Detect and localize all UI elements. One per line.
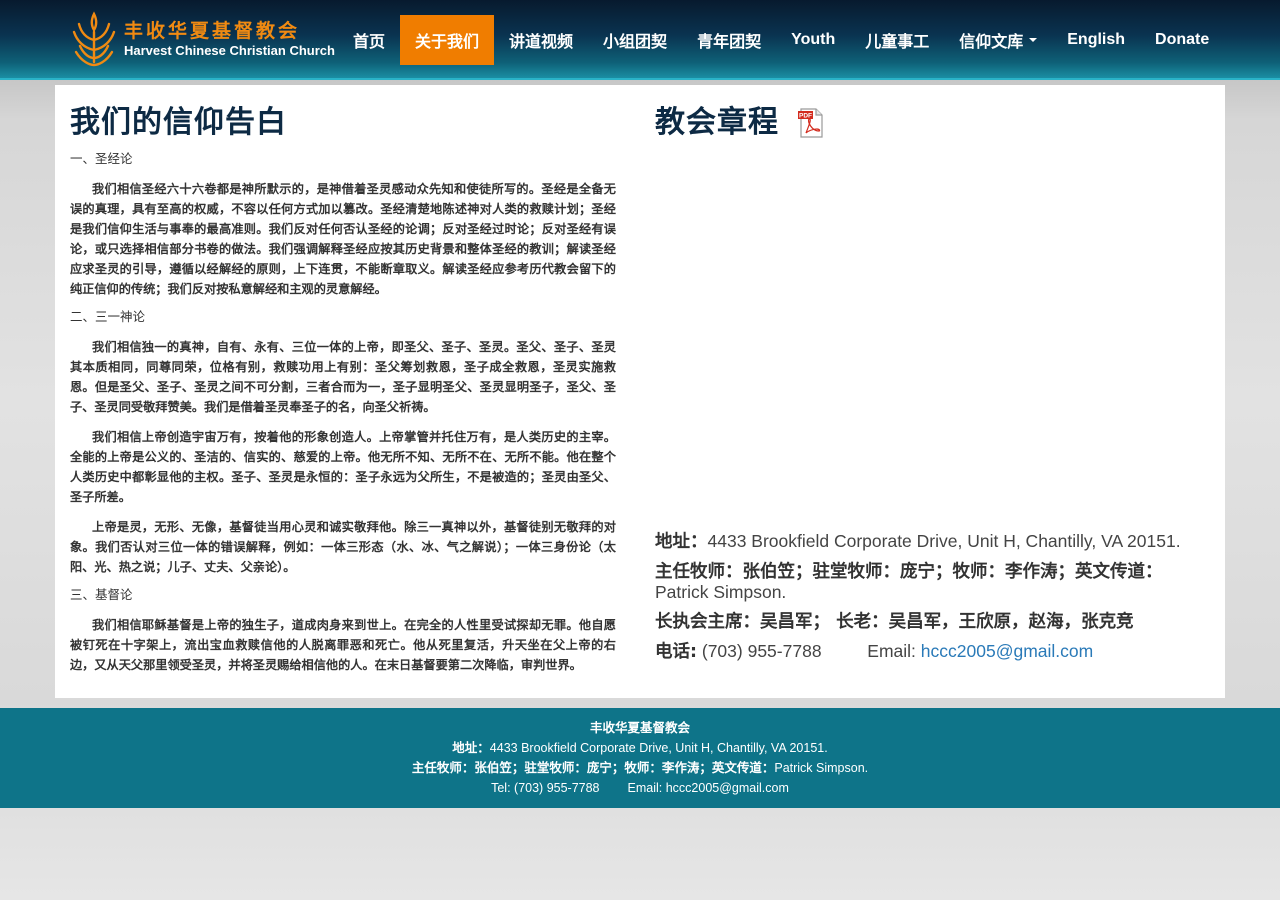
pdf-file-icon[interactable]: PDF bbox=[795, 107, 827, 139]
content-panel: 我们的信仰告白 一、圣经论 我们相信圣经六十六卷都是神所默示的，是神借着圣灵感动… bbox=[55, 85, 1225, 698]
board-line: 长执会主席：吴昌军； 长老：吴昌军，王欣原，赵海，张克竞 bbox=[655, 612, 1134, 632]
section-heading-trinity: 二、三一神论 bbox=[70, 309, 146, 324]
email-label: Email: bbox=[867, 641, 916, 661]
footer-contact: Tel: (703) 955-7788 Email: hccc2005@gmail… bbox=[0, 778, 1280, 798]
site-logo[interactable]: 丰收华夏基督教会 Harvest Chinese Christian Churc… bbox=[70, 10, 335, 68]
nav-item-sermon-videos[interactable]: 讲道视频 bbox=[494, 15, 588, 65]
nav-item-about-us[interactable]: 关于我们 bbox=[400, 15, 495, 65]
address-text: 4433 Brookfield Corporate Drive, Unit H,… bbox=[707, 531, 1181, 551]
paragraph-trinity-3: 上帝是灵，无形、无像，基督徒当用心灵和诚实敬拜他。除三一真神以外，基督徒别无敬拜… bbox=[70, 520, 616, 574]
logo-english-name: Harvest Chinese Christian Church bbox=[124, 43, 335, 58]
footer-pastors: 主任牧师：张伯笠；驻堂牧师：庞宁；牧师：李作涛；英文传道：Patrick Sim… bbox=[411, 761, 869, 775]
charter-title: 教会章程 bbox=[655, 105, 779, 140]
nav-item-youth[interactable]: Youth bbox=[776, 15, 850, 65]
footer-address: 地址：4433 Brookfield Corporate Drive, Unit… bbox=[452, 741, 828, 755]
nav-item-faith-library-label: 信仰文库 bbox=[959, 34, 1024, 51]
email-link[interactable]: hccc2005@gmail.com bbox=[921, 641, 1093, 661]
nav-item-faith-library[interactable]: 信仰文库 bbox=[944, 15, 1052, 65]
phone-email-line: 电话: (703) 955-7788 Email: hccc2005@gmail… bbox=[655, 641, 1094, 662]
section-heading-scripture: 一、圣经论 bbox=[70, 151, 133, 166]
phone-number: (703) 955-7788 bbox=[701, 641, 822, 661]
nav-item-youth-fellowship[interactable]: 青年团契 bbox=[682, 15, 776, 65]
contact-info: 地址：4433 Brookfield Corporate Drive, Unit… bbox=[655, 531, 1215, 671]
logo-chinese-name: 丰收华夏基督教会 bbox=[124, 20, 301, 42]
paragraph-christology: 我们相信耶稣基督是上帝的独生子，道成肉身来到世上。在完全的人性里受试探却无罪。他… bbox=[70, 618, 616, 672]
pastors-english: Patrick Simpson. bbox=[655, 582, 787, 602]
pastors-line: 主任牧师：张伯笠；驻堂牧师：庞宁；牧师：李作涛；英文传道： Patrick Sim… bbox=[655, 562, 1163, 602]
chevron-down-icon bbox=[1029, 38, 1038, 42]
paragraph-trinity-1: 我们相信独一的真神，自有、永有、三位一体的上帝，即圣父、圣子、圣灵。圣父、圣子、… bbox=[70, 340, 616, 414]
footer-email[interactable]: Email: hccc2005@gmail.com bbox=[628, 781, 789, 795]
charter-column: 教会章程 PDF 地址：4433 Brookfield Corporate Dr… bbox=[655, 105, 1215, 695]
address-line: 地址：4433 Brookfield Corporate Drive, Unit… bbox=[655, 531, 1181, 552]
paragraph-scripture: 我们相信圣经六十六卷都是神所默示的，是神借着圣灵感动众先知和使徒所写的。圣经是全… bbox=[70, 182, 616, 296]
faith-statement: 我们的信仰告白 一、圣经论 我们相信圣经六十六卷都是神所默示的，是神借着圣灵感动… bbox=[70, 105, 616, 675]
footer-church-name: 丰收华夏基督教会 bbox=[589, 721, 690, 735]
wheat-logo-icon bbox=[72, 11, 116, 67]
section-heading-christology: 三、基督论 bbox=[70, 587, 133, 602]
nav-item-english[interactable]: English bbox=[1052, 15, 1140, 65]
site-header: 丰收华夏基督教会 Harvest Chinese Christian Churc… bbox=[0, 0, 1280, 80]
paragraph-trinity-2: 我们相信上帝创造宇宙万有，按着他的形象创造人。上帝掌管并托住万有，是人类历史的主… bbox=[70, 430, 616, 504]
site-footer: 丰收华夏基督教会 地址：4433 Brookfield Corporate Dr… bbox=[0, 708, 1280, 808]
nav-item-home[interactable]: 首页 bbox=[338, 15, 400, 65]
nav-item-small-groups[interactable]: 小组团契 bbox=[588, 15, 682, 65]
main-nav: 首页 关于我们 讲道视频 小组团契 青年团契 Youth 儿童事工 信仰文库 E… bbox=[338, 15, 1224, 65]
faith-title: 我们的信仰告白 bbox=[70, 105, 287, 140]
footer-tel: Tel: (703) 955-7788 bbox=[491, 781, 600, 795]
nav-item-donate[interactable]: Donate bbox=[1140, 15, 1224, 65]
nav-item-children-ministry[interactable]: 儿童事工 bbox=[850, 15, 944, 65]
